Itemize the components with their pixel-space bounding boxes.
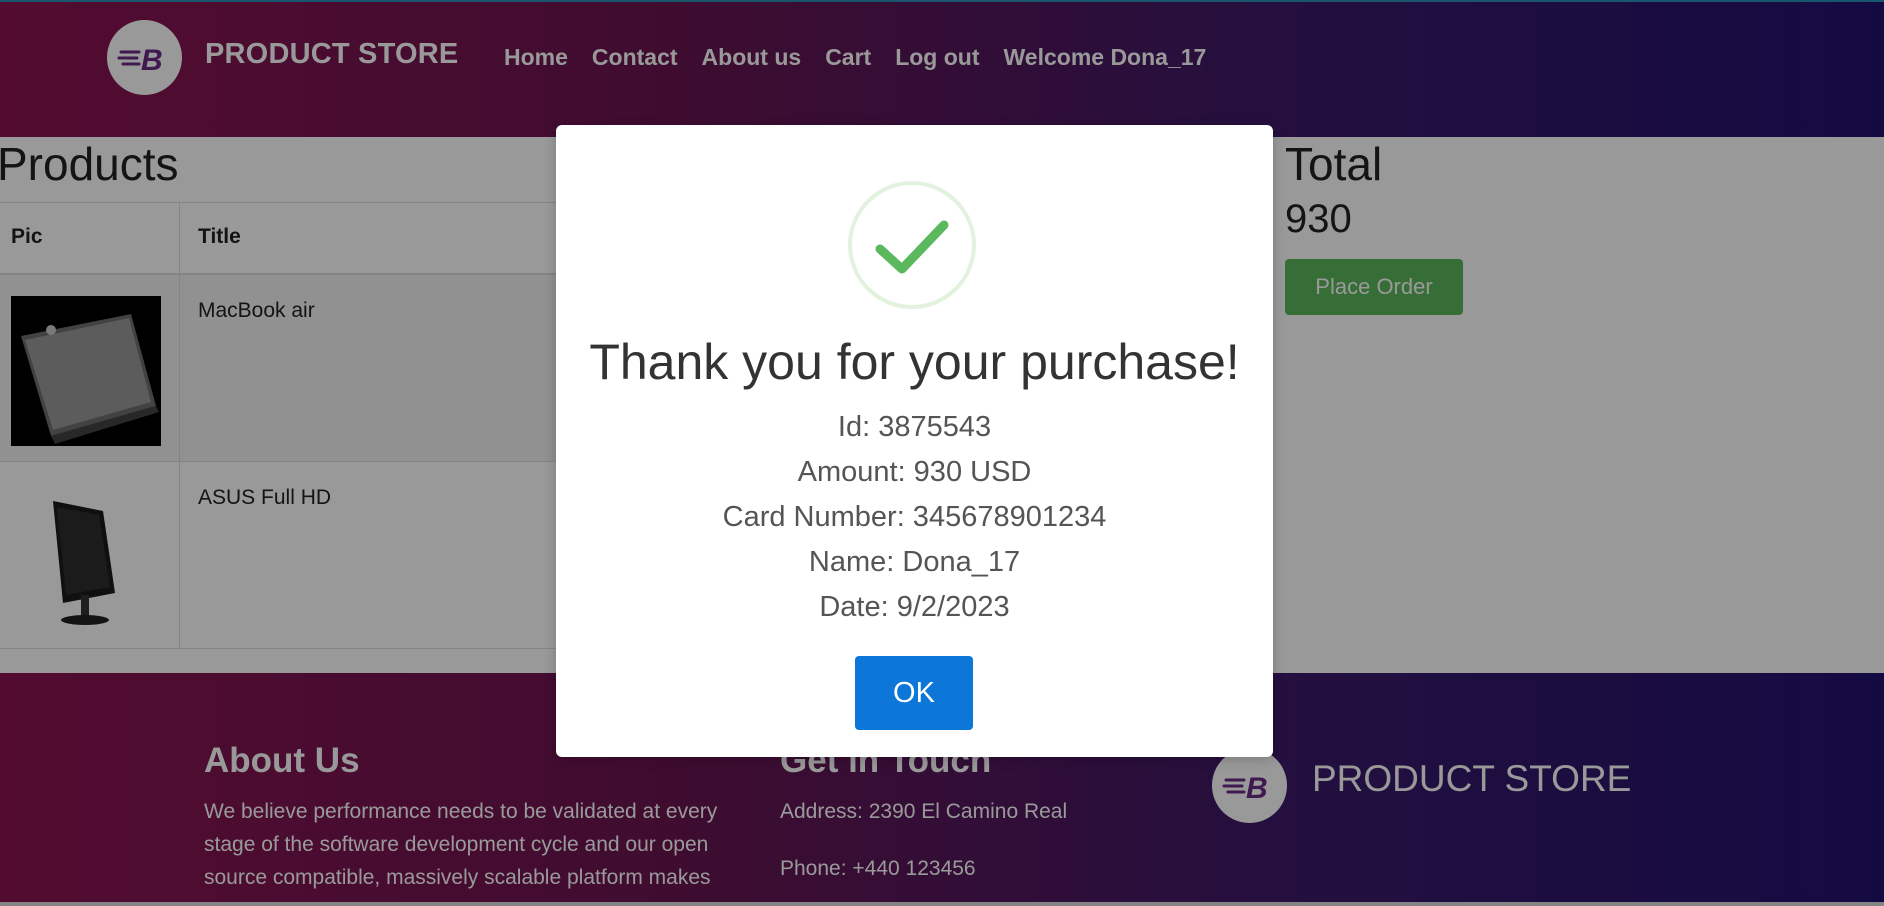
ok-button[interactable]: OK (855, 656, 973, 730)
order-date: Date: 9/2/2023 (819, 591, 1010, 623)
order-id: Id: 3875543 (837, 411, 992, 443)
order-name: Name: Dona_17 (808, 546, 1021, 578)
checkmark-icon (848, 181, 976, 309)
order-details: Id: 3875543 Amount: 930 USD Card Number:… (556, 405, 1273, 630)
purchase-confirmation-dialog: Thank you for your purchase! Id: 3875543… (556, 125, 1273, 757)
order-card-number: Card Number: 345678901234 (722, 501, 1107, 533)
confirmation-heading: Thank you for your purchase! (589, 334, 1240, 390)
order-amount: Amount: 930 USD (797, 456, 1032, 488)
